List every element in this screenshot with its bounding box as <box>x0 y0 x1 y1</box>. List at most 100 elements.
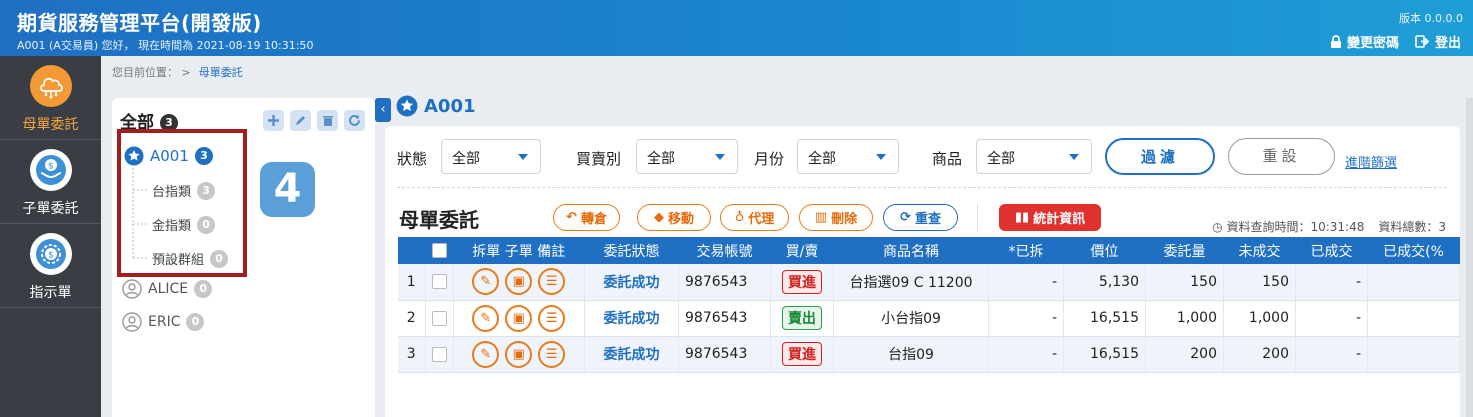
col-product: 商品名稱 <box>833 237 989 264</box>
money-hands-icon: $ <box>30 149 72 191</box>
col-select <box>425 237 453 264</box>
row-checkbox[interactable] <box>431 310 447 326</box>
col-status: 委託狀態 <box>584 237 679 264</box>
cloud-network-icon <box>30 65 72 107</box>
month-select[interactable]: 全部 <box>797 139 899 174</box>
child-order-icon[interactable]: ▣ <box>505 304 533 332</box>
chevron-down-icon <box>715 154 725 160</box>
col-actions: 拆單 子單 備註 <box>453 237 585 264</box>
nav-label: 指示單 <box>29 285 72 301</box>
move-button[interactable]: ◆ 移動 <box>637 204 711 231</box>
user-info: A001 (A交易員) 您好， 現在時間為 2021-08-19 10:31:5… <box>17 39 314 52</box>
logout-label: 登出 <box>1434 36 1461 51</box>
status-filter-label: 狀態 <box>397 150 428 168</box>
side-badge: 買進 <box>782 269 822 294</box>
refresh-icon[interactable] <box>344 110 365 131</box>
chevron-down-icon <box>518 154 528 160</box>
chevron-down-icon <box>1069 154 1079 160</box>
col-split: *已拆 <box>988 237 1064 264</box>
transfer-button[interactable]: ↶ 轉倉 <box>553 204 620 231</box>
breadcrumb-current[interactable]: 母單委託 <box>199 66 243 79</box>
edit-icon[interactable]: ✎ <box>472 268 500 296</box>
clock-icon: ◷ <box>1212 220 1223 234</box>
change-password-label: 變更密碼 <box>1346 36 1399 51</box>
product-select[interactable]: 全部 <box>976 139 1092 174</box>
requery-button[interactable]: ⟳ 重查 <box>883 204 958 231</box>
product-filter-label: 商品 <box>932 150 963 168</box>
col-filled-pct: 已成交(% <box>1367 237 1460 264</box>
table-row[interactable]: 1 ✎ ▣ ☰ 委託成功 9876543 買進 台指選09 C 11200 - 5,… <box>398 264 1460 301</box>
tree-node-eric[interactable]: ERIC 0 <box>122 312 205 332</box>
count-badge: 0 <box>186 313 205 331</box>
breadcrumb-prefix: 您目前位置： > <box>112 66 191 79</box>
status-select[interactable]: 全部 <box>441 139 541 174</box>
side-badge: 買進 <box>782 342 822 366</box>
tag-icon: ◆ <box>653 210 664 225</box>
change-password-button[interactable]: 變更密碼 <box>1330 32 1399 51</box>
delete-button[interactable]: ▥ 刪除 <box>799 204 873 231</box>
row-checkbox[interactable] <box>431 346 447 362</box>
advanced-filter-link[interactable]: 進階篩選 <box>1345 152 1397 171</box>
filter-bar: 狀態 全部 買賣別 全部 月份 全部 商品 全部 過濾 重設 進階篩選 <box>385 138 1460 182</box>
nav-item-child-order[interactable]: $ 子單委託 <box>0 140 101 222</box>
edit-icon[interactable] <box>290 110 311 131</box>
tree-node-label: ERIC <box>148 314 181 330</box>
col-no <box>398 237 425 264</box>
app-title: 期貨服務管理平台(開發版) <box>17 11 262 35</box>
add-icon[interactable] <box>263 110 284 131</box>
col-price: 價位 <box>1063 237 1146 264</box>
table-row[interactable]: 3 ✎ ▣ ☰ 委託成功 9876543 買進 台指09 - 16,515 200 … <box>398 336 1460 373</box>
reset-button[interactable]: 重設 <box>1228 138 1335 175</box>
comment-icon[interactable]: ☰ <box>538 304 566 332</box>
side-select[interactable]: 全部 <box>636 139 738 174</box>
nav-item-parent-order[interactable]: 母單委託 <box>0 56 101 138</box>
user-icon <box>122 279 142 299</box>
filter-button[interactable]: 過濾 <box>1105 138 1215 175</box>
table-row[interactable]: 2 ✎ ▣ ☰ 委託成功 9876543 賣出 小台指09 - 16,515 1,0… <box>398 300 1460 337</box>
total-count: 資料總數：3 <box>1378 220 1446 234</box>
breadcrumb: 您目前位置： > 母單委託 <box>112 64 243 80</box>
child-order-icon[interactable]: ▣ <box>505 268 533 296</box>
proxy-button[interactable]: ♁ 代理 <box>720 204 789 231</box>
bar-chart-icon: ▮▮ <box>1014 210 1030 225</box>
statistics-button[interactable]: ▮▮ 統計資訊 <box>999 204 1101 231</box>
dollar-gear-icon: $ <box>30 233 72 275</box>
col-open: 未成交 <box>1223 237 1296 264</box>
section-title: 母單委託 <box>399 208 479 232</box>
col-filled: 已成交 <box>1295 237 1368 264</box>
side-filter-label: 買賣別 <box>576 150 622 168</box>
lock-icon <box>1330 35 1341 48</box>
row-checkbox[interactable] <box>431 274 447 290</box>
tree-node-alice[interactable]: ALICE 0 <box>122 279 213 299</box>
vertical-scrollbar[interactable] <box>1466 98 1473 417</box>
refresh-icon: ⟳ <box>900 210 911 225</box>
user-icon <box>122 312 142 332</box>
query-time: ◷ 資料查詢時間：10:31:48 <box>1212 220 1365 234</box>
version-label: 版本 0.0.0.0 <box>1399 12 1463 25</box>
account-title: A001 <box>396 95 476 117</box>
chevron-down-icon <box>876 154 886 160</box>
col-qty: 委託量 <box>1145 237 1224 264</box>
month-filter-label: 月份 <box>754 150 785 168</box>
edit-icon[interactable]: ✎ <box>472 340 500 368</box>
nav-label: 母單委託 <box>22 117 79 133</box>
comment-icon[interactable]: ☰ <box>538 340 566 368</box>
edit-icon[interactable]: ✎ <box>472 304 500 332</box>
count-badge: 0 <box>194 280 213 298</box>
order-table: 拆單 子單 備註 委託狀態 交易帳號 買/賣 商品名稱 *已拆 價位 委託量 未… <box>398 237 1460 373</box>
logout-button[interactable]: 登出 <box>1415 32 1461 51</box>
star-icon <box>396 95 418 117</box>
comment-icon[interactable]: ☰ <box>538 268 566 296</box>
collapse-panel-button[interactable]: ‹ <box>375 98 391 122</box>
child-order-icon[interactable]: ▣ <box>505 340 533 368</box>
main-panel: 狀態 全部 買賣別 全部 月份 全部 商品 全部 過濾 重設 進階篩選 母單委託… <box>385 126 1460 417</box>
table-header-row: 拆單 子單 備註 委託狀態 交易帳號 買/賣 商品名稱 *已拆 價位 委託量 未… <box>398 237 1460 264</box>
nav-item-instruction[interactable]: $ 指示單 <box>0 224 101 306</box>
trash-icon[interactable] <box>317 110 338 131</box>
app-header: 期貨服務管理平台(開發版) A001 (A交易員) 您好， 現在時間為 2021… <box>0 0 1473 56</box>
undo-arrow-icon: ↶ <box>566 210 577 225</box>
svg-text:$: $ <box>48 251 54 261</box>
tree-node-label: ALICE <box>148 281 189 297</box>
side-badge: 賣出 <box>782 306 822 330</box>
select-all-checkbox[interactable] <box>431 243 447 258</box>
